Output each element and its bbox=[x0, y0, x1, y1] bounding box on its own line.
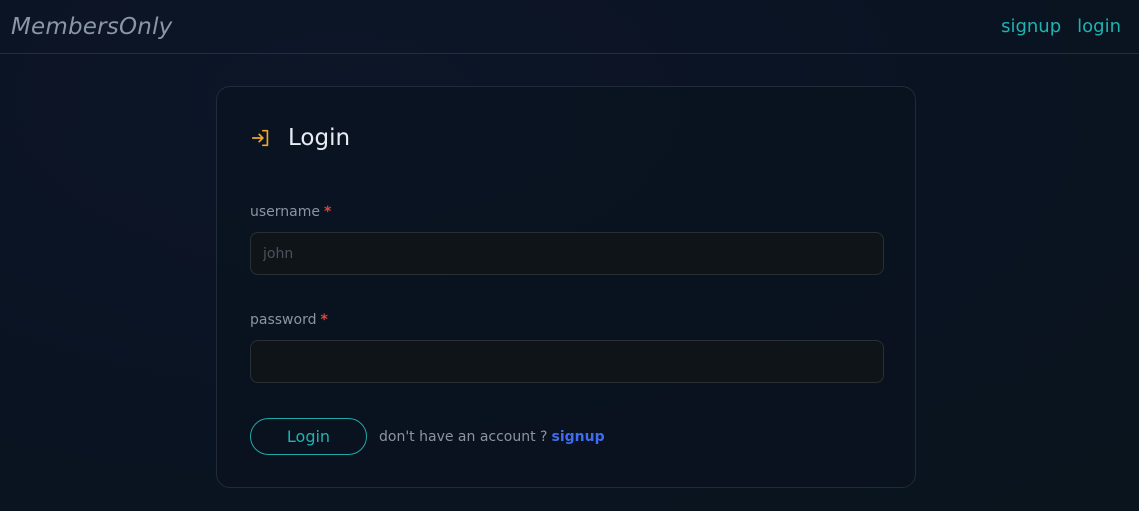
password-label-text: password bbox=[250, 312, 317, 328]
login-arrow-icon bbox=[251, 129, 269, 147]
nav-login-link[interactable]: login bbox=[1077, 16, 1121, 37]
signup-hint-text: don't have an account ? bbox=[379, 428, 548, 445]
login-button[interactable]: Login bbox=[250, 418, 367, 455]
form-actions: Login don't have an account ? signup bbox=[250, 418, 605, 455]
brand-logo[interactable]: MembersOnly bbox=[11, 14, 172, 40]
password-input[interactable] bbox=[250, 340, 884, 383]
username-label-text: username bbox=[250, 204, 320, 220]
username-required-mark: * bbox=[324, 204, 332, 220]
signup-hint: don't have an account ? signup bbox=[379, 429, 605, 445]
username-input[interactable] bbox=[250, 232, 884, 275]
signup-link[interactable]: signup bbox=[551, 429, 604, 445]
navbar: MembersOnly signup login bbox=[0, 0, 1139, 54]
nav-links: signup login bbox=[1001, 16, 1121, 37]
card-header: Login bbox=[250, 125, 350, 151]
password-label: password * bbox=[250, 312, 328, 328]
nav-signup-link[interactable]: signup bbox=[1001, 16, 1061, 37]
login-card: Login username* password* Login don't ha… bbox=[216, 86, 916, 488]
page-title: Login bbox=[288, 125, 351, 151]
username-label: username * bbox=[250, 204, 331, 220]
password-required-mark: * bbox=[320, 312, 328, 328]
